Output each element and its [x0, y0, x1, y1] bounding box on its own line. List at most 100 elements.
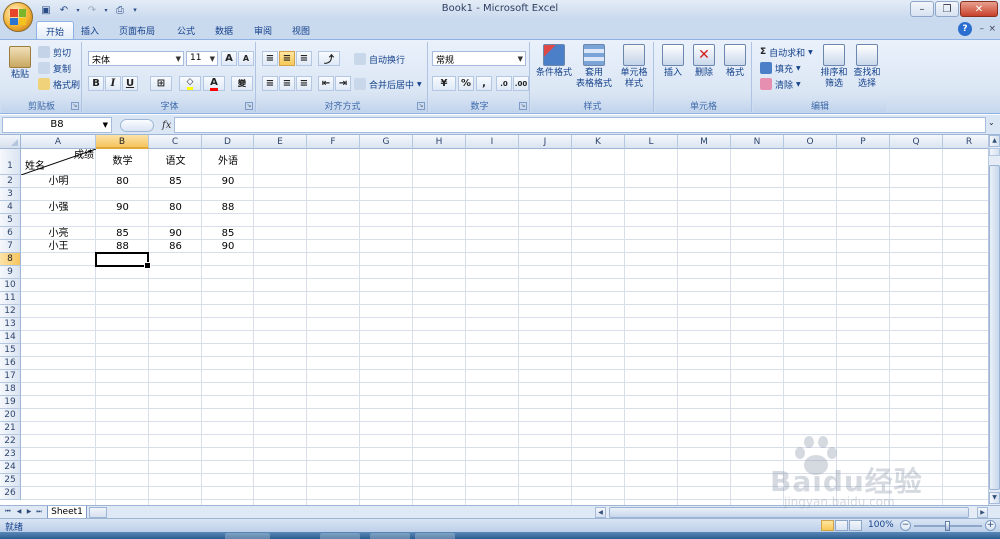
cell-b1[interactable]: 数学 — [96, 149, 149, 175]
tab-data[interactable]: 数据 — [206, 21, 242, 39]
column-header-k[interactable]: K — [572, 135, 625, 149]
zoom-level[interactable]: 100% — [868, 520, 894, 530]
row-header-14[interactable]: 14 — [0, 331, 21, 344]
copy-button[interactable]: 复制 — [38, 61, 71, 75]
row-header-5[interactable]: 5 — [0, 214, 21, 227]
restore-button[interactable]: ❐ — [935, 1, 959, 17]
comma-style-button[interactable]: , — [476, 76, 492, 91]
clipboard-dialog-launcher-icon[interactable]: ↘ — [71, 102, 79, 110]
decrease-decimal-button[interactable]: .00 — [513, 76, 529, 91]
cell-a2[interactable]: 小明 — [21, 175, 96, 188]
row-header-16[interactable]: 16 — [0, 357, 21, 370]
orientation-button[interactable]: ⤴ — [318, 51, 340, 66]
insert-sheet-icon[interactable] — [89, 507, 107, 518]
horizontal-scroll-thumb[interactable] — [609, 507, 969, 518]
align-top-button[interactable]: ≡ — [262, 51, 278, 66]
column-header-r[interactable]: R — [943, 135, 988, 149]
font-size-combo[interactable]: 11 ▼ — [186, 51, 218, 66]
select-all-button[interactable] — [0, 135, 21, 149]
last-sheet-icon[interactable]: ⏭ — [34, 507, 44, 517]
row-header-1[interactable]: 1 — [0, 149, 21, 175]
page-layout-view-icon[interactable] — [835, 520, 848, 531]
cell-a1-name[interactable]: 姓名 — [25, 161, 55, 173]
font-name-combo[interactable]: 宋体 ▼ — [88, 51, 184, 66]
row-header-10[interactable]: 10 — [0, 279, 21, 292]
row-header-20[interactable]: 20 — [0, 409, 21, 422]
column-header-l[interactable]: L — [625, 135, 678, 149]
cell-b6[interactable]: 85 — [96, 227, 149, 240]
worksheet-grid[interactable]: A B C D E F G H I J K L M N O P Q R 1 2 3 4 5 6 7 8 9 10 11 12 13 14 15 1… — [0, 135, 988, 505]
delete-cells-button[interactable]: ✕ 删除 — [689, 44, 719, 79]
cell-d2[interactable]: 90 — [202, 175, 254, 188]
row-header-17[interactable]: 17 — [0, 370, 21, 383]
zoom-in-icon[interactable]: + — [985, 520, 996, 531]
autosum-button[interactable]: Σ 自动求和 ▼ — [760, 45, 813, 59]
row-header-6[interactable]: 6 — [0, 227, 21, 240]
fill-color-button[interactable]: ◇ — [179, 76, 201, 91]
cell-c4[interactable]: 80 — [149, 201, 202, 214]
row-header-22[interactable]: 22 — [0, 435, 21, 448]
align-center-button[interactable]: ≡ — [279, 76, 295, 91]
row-header-25[interactable]: 25 — [0, 474, 21, 487]
insert-cells-button[interactable]: 插入 — [658, 44, 688, 79]
row-header-18[interactable]: 18 — [0, 383, 21, 396]
first-sheet-icon[interactable]: ⏮ — [3, 507, 13, 517]
conditional-formatting-button[interactable]: 条件格式 — [534, 44, 574, 79]
column-header-n[interactable]: N — [731, 135, 784, 149]
cell-d7[interactable]: 90 — [202, 240, 254, 253]
taskbar-item[interactable] — [320, 533, 360, 539]
next-sheet-icon[interactable]: ▶ — [24, 507, 34, 517]
cell-c6[interactable]: 90 — [149, 227, 202, 240]
minimize-button[interactable]: – — [910, 1, 934, 17]
column-header-c[interactable]: C — [149, 135, 202, 149]
column-header-e[interactable]: E — [254, 135, 307, 149]
zoom-slider-thumb[interactable] — [945, 521, 950, 531]
tab-view[interactable]: 视图 — [283, 21, 319, 39]
sort-filter-button[interactable]: 排序和 筛选 — [818, 44, 850, 90]
office-button[interactable] — [3, 2, 33, 32]
wrap-text-button[interactable]: 自动换行 — [354, 52, 405, 66]
scroll-down-icon[interactable]: ▼ — [989, 492, 1000, 504]
align-bottom-button[interactable]: ≡ — [296, 51, 312, 66]
underline-button[interactable]: U — [122, 76, 138, 91]
column-header-a[interactable]: A — [21, 135, 96, 149]
split-box[interactable] — [989, 148, 1000, 156]
paste-button[interactable]: 粘贴 — [6, 46, 34, 81]
alignment-dialog-launcher-icon[interactable]: ↘ — [417, 102, 425, 110]
merge-center-button[interactable]: 合并后居中 ▼ — [354, 77, 422, 91]
row-header-26[interactable]: 26 — [0, 487, 21, 500]
row-header-19[interactable]: 19 — [0, 396, 21, 409]
fill-button[interactable]: 填充 ▼ — [760, 61, 801, 75]
scroll-up-icon[interactable]: ▲ — [989, 135, 1000, 147]
cell-b2[interactable]: 80 — [96, 175, 149, 188]
italic-button[interactable]: I — [105, 76, 121, 91]
ribbon-close-icon[interactable]: × — [988, 24, 996, 34]
taskbar-item[interactable] — [370, 533, 410, 539]
cell-c2[interactable]: 85 — [149, 175, 202, 188]
accounting-format-button[interactable]: ¥ — [432, 76, 456, 91]
increase-decimal-button[interactable]: .0 — [496, 76, 512, 91]
cell-c7[interactable]: 86 — [149, 240, 202, 253]
column-header-d[interactable]: D — [202, 135, 254, 149]
tab-insert[interactable]: 插入 — [72, 21, 108, 39]
row-header-13[interactable]: 13 — [0, 318, 21, 331]
column-header-b[interactable]: B — [96, 135, 149, 149]
format-as-table-button[interactable]: 套用 表格格式 — [574, 44, 614, 90]
font-dialog-launcher-icon[interactable]: ↘ — [245, 102, 253, 110]
row-header-7[interactable]: 7 — [0, 240, 21, 253]
format-painter-button[interactable]: 格式刷 — [38, 77, 80, 91]
cell-c1[interactable]: 语文 — [149, 149, 202, 175]
increase-indent-button[interactable]: ⇥ — [335, 76, 351, 91]
taskbar-item[interactable] — [415, 533, 455, 539]
vertical-scroll-thumb[interactable] — [989, 165, 1000, 490]
column-header-g[interactable]: G — [360, 135, 413, 149]
column-header-p[interactable]: P — [837, 135, 890, 149]
row-header-15[interactable]: 15 — [0, 344, 21, 357]
bold-button[interactable]: B — [88, 76, 104, 91]
row-header-23[interactable]: 23 — [0, 448, 21, 461]
decrease-indent-button[interactable]: ⇤ — [318, 76, 334, 91]
normal-view-icon[interactable] — [821, 520, 834, 531]
taskbar-item[interactable] — [225, 533, 270, 539]
scroll-left-icon[interactable]: ◀ — [595, 507, 606, 518]
cell-a4[interactable]: 小强 — [21, 201, 96, 214]
